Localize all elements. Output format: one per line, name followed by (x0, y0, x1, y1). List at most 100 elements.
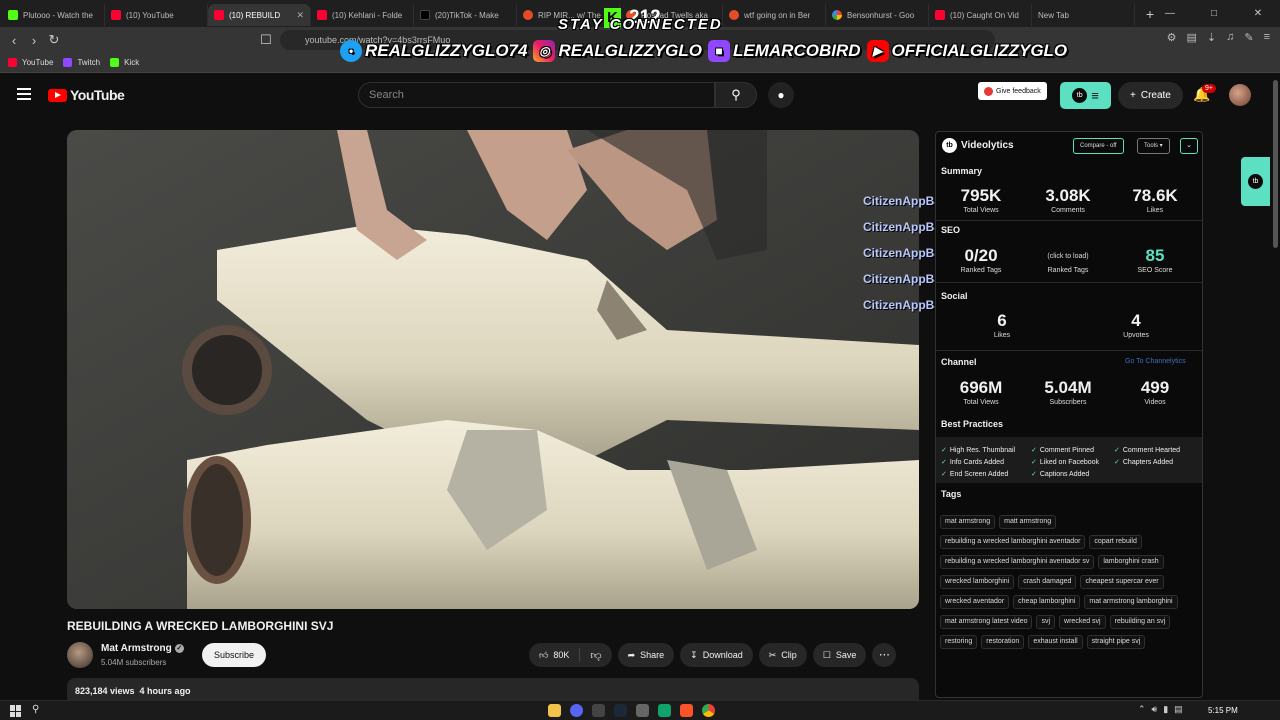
thumbs-up-icon: 👍︎ (539, 649, 549, 660)
more-actions-icon[interactable]: ⋯ (872, 643, 897, 667)
tag-chip[interactable]: matt armstrong (999, 515, 1057, 529)
search-button[interactable]: ⚲ (715, 82, 757, 108)
best-practice-label: End Screen Added (949, 470, 1009, 478)
tag-chip[interactable]: exhaust install (1028, 635, 1083, 649)
videolytics-menu-button[interactable]: tb ≡ (1060, 82, 1111, 109)
browser-tab[interactable]: (20)TikTok - Make (414, 4, 517, 26)
tag-chip[interactable]: svj (1036, 615, 1056, 629)
tag-chip[interactable]: restoration (981, 635, 1025, 649)
youtube-logo[interactable]: YouTube (48, 87, 125, 103)
tag-chip[interactable]: wrecked lamborghini (940, 575, 1015, 589)
subscribe-button[interactable]: Subscribe (202, 643, 267, 667)
tab-close-icon[interactable]: ✕ (296, 10, 304, 21)
tag-chip[interactable]: restoring (940, 635, 978, 649)
check-icon: ✓ (941, 447, 947, 454)
dislike-button[interactable]: 👎︎ (580, 649, 611, 662)
maximize-icon[interactable]: □ (1192, 0, 1236, 27)
browser-tab[interactable]: (10) REBUILD ✕ (208, 4, 311, 26)
tab-label: (10) REBUILD (229, 10, 281, 20)
tray-chevron-icon[interactable]: ⌃ (1138, 704, 1146, 715)
download-button[interactable]: ↧ Download (680, 643, 753, 667)
hamburger-menu-icon[interactable] (17, 88, 31, 100)
plus-icon: + (1130, 90, 1136, 101)
channel-avatar[interactable] (67, 642, 93, 668)
volume-icon[interactable]: 🔊︎ (1152, 704, 1158, 715)
bookmark-item[interactable]: Kick (110, 58, 139, 67)
page-scrollbar[interactable] (1271, 74, 1280, 699)
file-explorer-icon[interactable] (548, 704, 561, 717)
browser-tab[interactable]: New Tab (1032, 4, 1135, 26)
bookmark-item[interactable]: Twitch (63, 58, 100, 67)
reload-icon[interactable]: ↻ (44, 32, 64, 48)
tag-chip[interactable]: rebuilding a wrecked lamborghini aventad… (940, 555, 1095, 569)
share-button[interactable]: ➦ Share (617, 643, 675, 667)
network-icon[interactable]: ▤ (1174, 704, 1183, 715)
app-icon[interactable] (636, 704, 649, 717)
voice-search-button[interactable]: ● (768, 82, 794, 108)
give-feedback-button[interactable]: Give feedback (978, 82, 1047, 100)
windows-start-icon[interactable] (10, 705, 22, 717)
sidebar-icon[interactable]: ▤ (1186, 31, 1196, 44)
like-button[interactable]: 👍︎ 80K (529, 648, 581, 662)
music-icon[interactable]: ♫ (1226, 31, 1234, 44)
channel-name[interactable]: Mat Armstrong ✓ (101, 643, 184, 654)
user-avatar[interactable] (1229, 84, 1251, 106)
discord-icon[interactable] (570, 704, 583, 717)
tag-chip[interactable]: lamborghini crash (1098, 555, 1164, 569)
taskbar-search-icon[interactable]: ⚲ (32, 704, 39, 715)
youtube-play-icon (48, 88, 67, 102)
tag-chip[interactable]: crash damaged (1018, 575, 1077, 589)
best-practice-item: ✓ Chapters Added (1114, 458, 1173, 467)
browser-tab[interactable]: wtf going on in Ber (723, 4, 826, 26)
video-player[interactable] (67, 130, 919, 609)
url-field[interactable]: youtube.com/watch?v=4bs3rrsFMuo (280, 30, 995, 50)
browser-tab[interactable]: (10) YouTube (105, 4, 208, 26)
channel-subscribers: 5.04M Subscribers (1028, 378, 1108, 406)
browser-tab[interactable]: Plutooo - Watch the (2, 4, 105, 26)
app-icon[interactable] (658, 704, 671, 717)
close-window-icon[interactable]: ✕ (1236, 0, 1280, 27)
tag-chip[interactable]: copart rebuild (1089, 535, 1142, 549)
steam-icon[interactable] (614, 704, 627, 717)
browser-tab[interactable]: Bensonhurst - Goo (826, 4, 929, 26)
brave-browser-icon[interactable] (680, 704, 693, 717)
battery-icon[interactable]: ▮ (1163, 704, 1168, 715)
back-icon[interactable]: ‹ (4, 33, 24, 48)
tag-chip[interactable]: wrecked aventador (940, 595, 1010, 609)
tag-chip[interactable]: wrecked svj (1059, 615, 1106, 629)
tag-chip[interactable]: straight pipe svj (1086, 635, 1146, 649)
bookmark-icon[interactable]: ☐ (256, 32, 276, 48)
seo-click-to-load[interactable]: (click to load) Ranked Tags (1028, 252, 1108, 274)
compare-toggle[interactable]: Compare - off (1073, 138, 1124, 154)
minimize-icon[interactable]: — (1148, 0, 1192, 27)
pin-icon[interactable]: ✎ (1244, 31, 1253, 44)
extensions-icon[interactable]: ⚙ (1167, 31, 1177, 44)
bookmark-item[interactable]: YouTube (8, 58, 53, 67)
tag-chip[interactable]: mat armstrong (940, 515, 996, 529)
app-icon[interactable] (592, 704, 605, 717)
tag-chip[interactable]: cheap lamborghini (1013, 595, 1081, 609)
create-button[interactable]: + Create (1118, 82, 1183, 109)
chrome-icon[interactable] (702, 704, 715, 717)
go-to-channelytics-link[interactable]: Go To Channelytics (1125, 358, 1186, 365)
menu-icon[interactable]: ≡ (1264, 31, 1270, 44)
tag-chip[interactable]: mat armstrong lamborghini (1084, 595, 1178, 609)
search-input[interactable]: Search (358, 82, 715, 108)
best-practice-label: Liked on Facebook (1039, 458, 1100, 466)
tools-dropdown[interactable]: Tools ▾ (1137, 138, 1170, 154)
save-button[interactable]: ☐ Save (812, 643, 867, 667)
videolytics-side-tab[interactable]: tb (1241, 157, 1270, 206)
taskbar-clock[interactable]: 5:15 PM (1208, 706, 1238, 715)
tag-chip[interactable]: rebuilding an svj (1109, 615, 1171, 629)
browser-tab[interactable]: (10) Kehlani - Folde (311, 4, 414, 26)
scrollbar-thumb[interactable] (1273, 80, 1278, 248)
check-icon: ✓ (941, 471, 947, 478)
tag-chip[interactable]: mat armstrong latest video (940, 615, 1033, 629)
tag-chip[interactable]: cheapest supercar ever (1080, 575, 1164, 589)
download-icon[interactable]: ⇣ (1207, 31, 1216, 44)
browser-tab[interactable]: (10) Caught On Vid (929, 4, 1032, 26)
collapse-chevron-icon[interactable]: ⌄ (1180, 138, 1198, 154)
forward-icon[interactable]: › (24, 33, 44, 48)
clip-button[interactable]: ✂ Clip (758, 643, 807, 667)
tag-chip[interactable]: rebuilding a wrecked lamborghini aventad… (940, 535, 1086, 549)
